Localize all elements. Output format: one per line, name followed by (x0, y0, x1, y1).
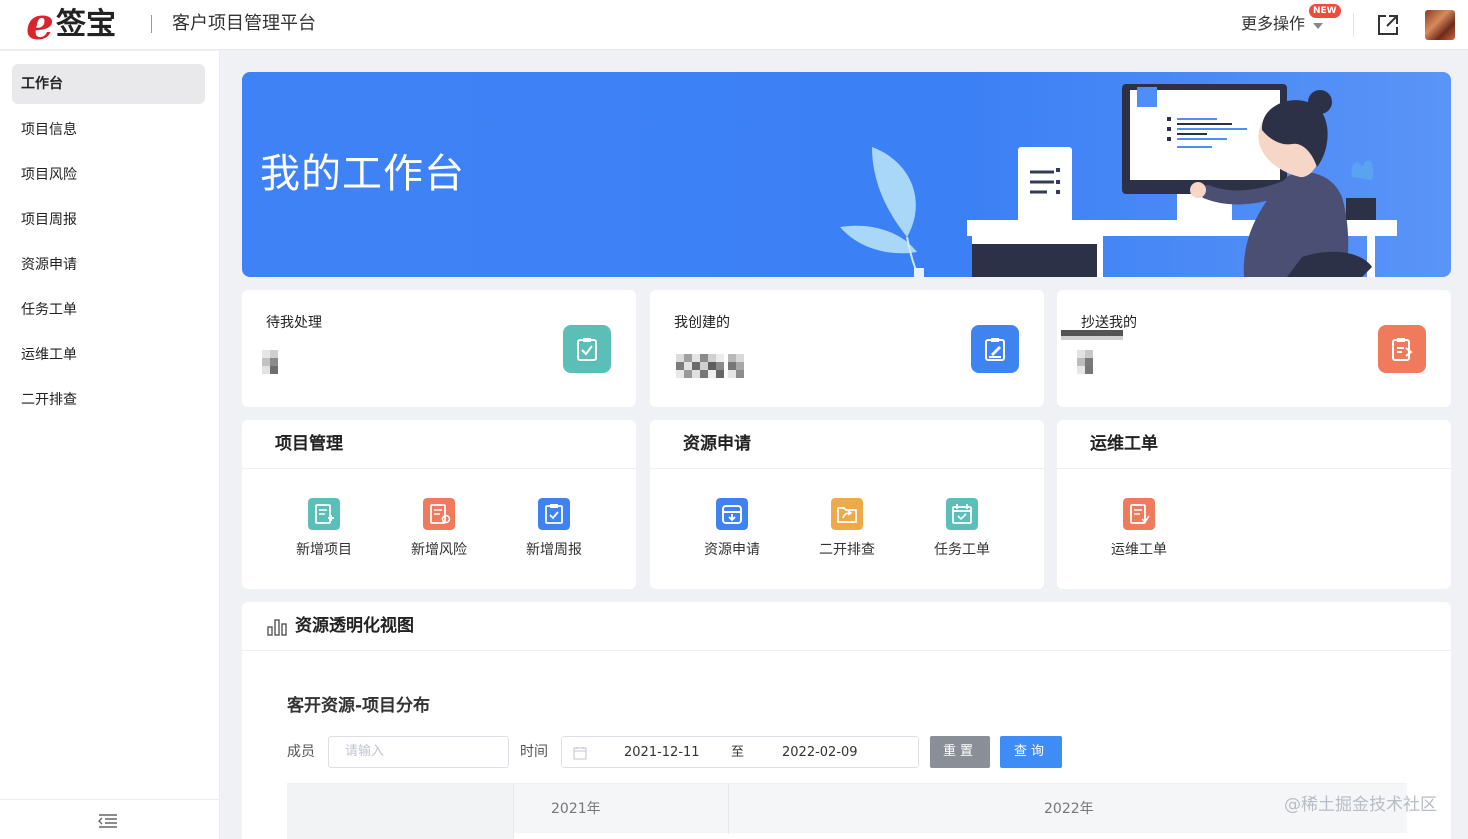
resource-view-panel: 资源透明化视图 客开资源-项目分布 成员 请输入 时间 2021-12-11 至… (242, 602, 1451, 839)
doc-ops-icon (1123, 498, 1155, 530)
shortcut-label: 任务工单 (934, 542, 990, 558)
stat-label: 我创建的 (674, 315, 730, 331)
shortcut-resource-request[interactable]: 资源申请 (687, 498, 777, 560)
inbox-icon (716, 498, 748, 530)
panel-divider (1057, 468, 1451, 469)
section-subtitle: 客开资源-项目分布 (287, 696, 431, 716)
sidebar-item-task-ticket[interactable]: 任务工单 (12, 290, 205, 330)
panel-divider (650, 468, 1044, 469)
folder-share-icon (831, 498, 863, 530)
logo[interactable]: e 签宝 (26, 0, 116, 50)
shortcut-label: 新增项目 (296, 542, 352, 558)
query-button[interactable]: 查询 (1000, 736, 1062, 768)
clipboard-check-icon (563, 325, 611, 373)
stat-card-cc[interactable]: 抄送我的 (1057, 290, 1451, 407)
resource-view-title: 资源透明化视图 (295, 616, 414, 636)
panel-ops-ticket: 运维工单 运维工单 (1057, 420, 1451, 589)
header-divider (151, 15, 152, 33)
resource-view-header: 资源透明化视图 (242, 602, 1451, 651)
edit-doc-icon (971, 325, 1019, 373)
member-input[interactable]: 请输入 (328, 736, 509, 768)
date-start[interactable]: 2021-12-11 (624, 744, 700, 762)
date-range-picker[interactable]: 2021-12-11 至 2022-02-09 (561, 736, 919, 768)
workbench-banner: 我的工作台 (242, 72, 1451, 277)
sidebar-item-workbench[interactable]: 工作台 (12, 64, 205, 104)
panel-title: 运维工单 (1090, 434, 1158, 454)
shortcut-new-weekly-report[interactable]: 新增周报 (509, 498, 599, 560)
sidebar-item-ops-ticket[interactable]: 运维工单 (12, 335, 205, 375)
shortcut-new-project[interactable]: 新增项目 (279, 498, 369, 560)
shortcut-ops-ticket[interactable]: 运维工单 (1094, 498, 1184, 560)
year-label: 2022年 (1044, 801, 1094, 817)
doc-risk-icon (423, 498, 455, 530)
stat-label: 抄送我的 (1081, 315, 1137, 331)
sidebar-item-project-risk[interactable]: 项目风险 (12, 155, 205, 195)
member-input-placeholder: 请输入 (345, 744, 385, 759)
sidebar: 工作台 项目信息 项目风险 项目周报 资源申请 任务工单 运维工单 二开排查 (0, 51, 220, 839)
collapse-menu-icon[interactable] (98, 814, 118, 828)
sidebar-item-resource-request[interactable]: 资源申请 (12, 245, 205, 285)
more-operations-label: 更多操作 (1241, 14, 1306, 33)
calendar-icon (573, 747, 587, 760)
shortcut-dev-check[interactable]: 二开排查 (802, 498, 892, 560)
watermark: @稀土掘金技术社区 (1284, 795, 1437, 815)
shortcut-label: 二开排查 (819, 542, 875, 558)
avatar[interactable] (1425, 10, 1455, 40)
member-label: 成员 (287, 744, 315, 760)
logo-text: 签宝 (56, 7, 116, 42)
header-separator (1353, 13, 1354, 37)
clipboard-icon (538, 498, 570, 530)
sidebar-footer (0, 799, 220, 839)
shortcut-new-risk[interactable]: 新增风险 (394, 498, 484, 560)
sidebar-item-weekly-report[interactable]: 项目周报 (12, 200, 205, 240)
shortcut-label: 新增周报 (526, 542, 582, 558)
sidebar-item-dev-check[interactable]: 二开排查 (12, 380, 205, 420)
stat-value-blurred (262, 350, 278, 374)
calendar-check-icon (946, 498, 978, 530)
date-separator: 至 (731, 745, 745, 760)
workspace-illustration (840, 84, 1397, 277)
shortcut-label: 新增风险 (411, 542, 467, 558)
stat-card-pending[interactable]: 待我处理 (242, 290, 636, 407)
external-link-icon[interactable] (1375, 12, 1401, 38)
shortcut-task-ticket[interactable]: 任务工单 (917, 498, 1007, 560)
timeline-header: 2021年 2022年 (287, 783, 1407, 839)
top-bar: e 签宝 客户项目管理平台 更多操作 NEW (0, 0, 1468, 50)
logo-mark: e (26, 0, 54, 50)
timeline-row-header (287, 784, 514, 839)
timeline-year-column: 2021年 (514, 784, 729, 834)
year-label: 2021年 (551, 801, 601, 817)
stat-card-created[interactable]: 我创建的 (650, 290, 1044, 407)
stat-label: 待我处理 (266, 315, 322, 331)
reset-button[interactable]: 重置 (930, 736, 990, 768)
share-doc-icon (1378, 325, 1426, 373)
chevron-down-icon (1313, 22, 1324, 29)
banner-title: 我的工作台 (260, 151, 465, 197)
shortcut-label: 运维工单 (1111, 542, 1167, 558)
panel-project-management: 项目管理 新增项目 新增风险 新增周报 (242, 420, 636, 589)
stat-value-blurred (1061, 330, 1123, 374)
panel-divider (242, 468, 636, 469)
panel-title: 资源申请 (683, 434, 751, 454)
time-label: 时间 (520, 744, 548, 760)
panel-resource-request: 资源申请 资源申请 二开排查 任务工单 (650, 420, 1044, 589)
stat-value-blurred (676, 354, 744, 378)
new-badge: NEW (1309, 4, 1341, 18)
bar-chart-icon (267, 619, 287, 636)
app-title: 客户项目管理平台 (172, 13, 316, 34)
sidebar-item-project-info[interactable]: 项目信息 (12, 110, 205, 150)
doc-add-icon (308, 498, 340, 530)
date-end[interactable]: 2022-02-09 (782, 744, 858, 762)
shortcut-label: 资源申请 (704, 542, 760, 558)
panel-title: 项目管理 (275, 434, 343, 454)
